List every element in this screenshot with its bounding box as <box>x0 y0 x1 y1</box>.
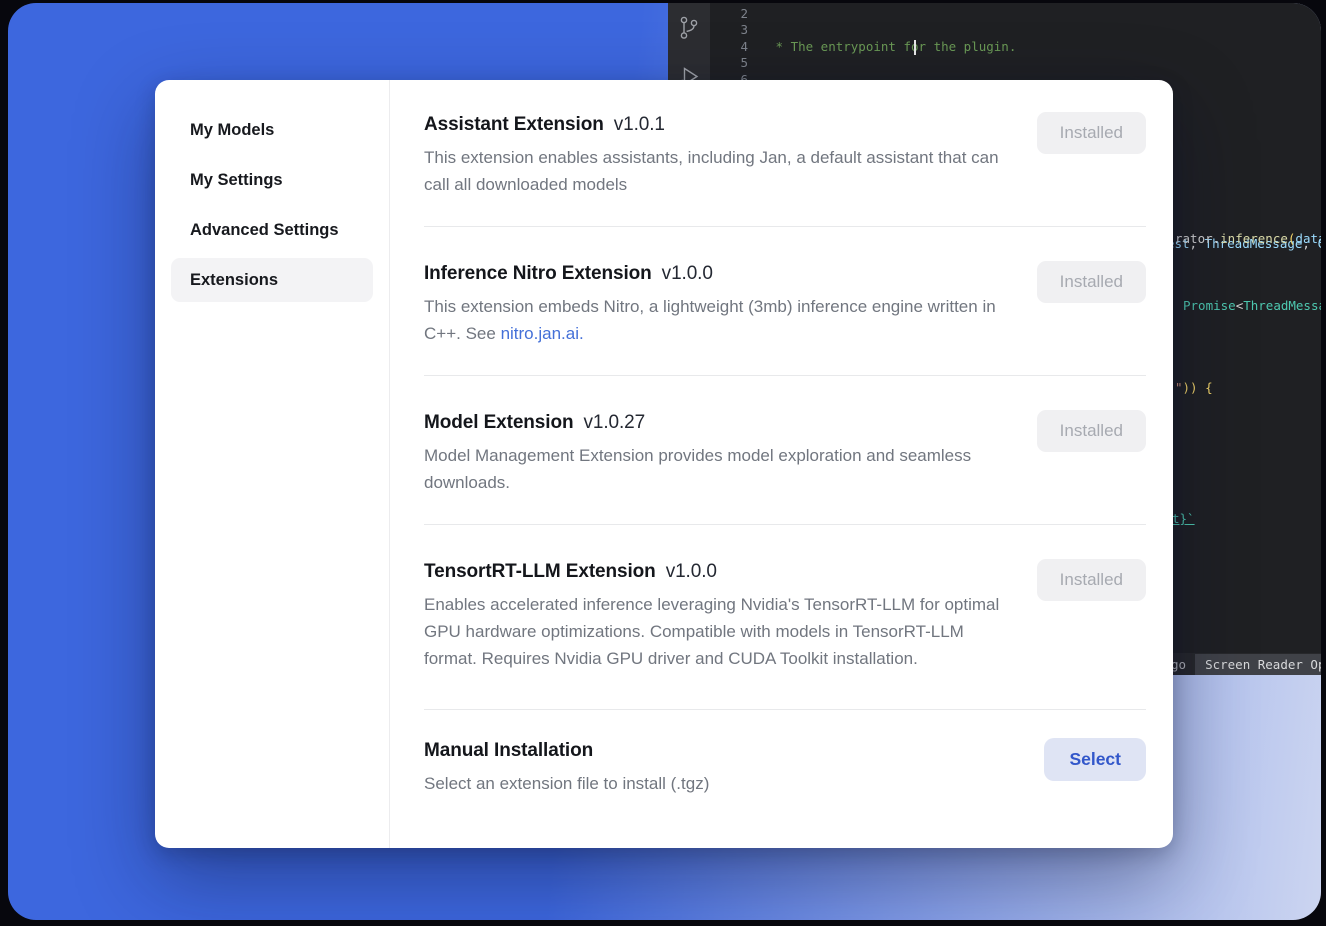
extension-name: Assistant Extension <box>424 114 604 135</box>
line-number: 2 <box>710 6 748 22</box>
extension-description: Model Management Extension provides mode… <box>424 442 1009 496</box>
status-bar-text: go <box>1171 657 1186 672</box>
manual-installation-title: Manual Installation <box>424 738 1009 764</box>
extension-name: TensortRT-LLM Extension <box>424 561 656 582</box>
sidebar-item-advanced-settings[interactable]: Advanced Settings <box>171 208 373 252</box>
settings-sidebar: My Models My Settings Advanced Settings … <box>155 80 390 848</box>
extension-row-model: Model Extension v1.0.27 Model Management … <box>424 376 1146 525</box>
extension-row-inference-nitro: Inference Nitro Extension v1.0.0 This ext… <box>424 227 1146 376</box>
extensions-panel: Assistant Extension v1.0.1 This extension… <box>390 80 1173 848</box>
extension-description: Enables accelerated inference leveraging… <box>424 591 1009 672</box>
screen-reader-optimized-badge[interactable]: Screen Reader Optimized <box>1195 654 1321 675</box>
extension-title: Inference Nitro Extension v1.0.0 <box>424 261 1009 287</box>
select-button[interactable]: Select <box>1044 738 1146 781</box>
extension-row-tensorrt-llm: TensortRT-LLM Extension v1.0.0 Enables ac… <box>424 525 1146 710</box>
text-cursor <box>914 40 916 55</box>
extension-title: TensortRT-LLM Extension v1.0.0 <box>424 559 1009 585</box>
extension-version: v1.0.27 <box>583 412 645 433</box>
extension-description: This extension embeds Nitro, a lightweig… <box>424 293 1009 347</box>
extension-name: Model Extension <box>424 412 573 433</box>
extension-title: Assistant Extension v1.0.1 <box>424 112 1009 138</box>
installed-button[interactable]: Installed <box>1037 410 1146 452</box>
extension-version: v1.0.1 <box>614 114 665 135</box>
installed-button[interactable]: Installed <box>1037 559 1146 601</box>
extension-version: v1.0.0 <box>666 561 717 582</box>
line-number: 4 <box>710 39 748 55</box>
extension-version: v1.0.0 <box>662 263 713 284</box>
installed-button[interactable]: Installed <box>1037 112 1146 154</box>
code-fragment-promise: Promise<ThreadMessage> <box>1183 298 1321 313</box>
installed-button[interactable]: Installed <box>1037 261 1146 303</box>
nitro-jan-ai-link[interactable]: nitro.jan.ai. <box>501 324 584 343</box>
source-control-icon[interactable] <box>678 15 700 44</box>
sidebar-item-extensions[interactable]: Extensions <box>171 258 373 302</box>
manual-installation-row: Manual Installation Select an extension … <box>424 710 1146 825</box>
extension-description: This extension enables assistants, inclu… <box>424 144 1009 198</box>
extension-name: Inference Nitro Extension <box>424 263 652 284</box>
code-fragment-brace: ")) { <box>1175 380 1213 395</box>
extension-title: Model Extension v1.0.27 <box>424 410 1009 436</box>
manual-installation-description: Select an extension file to install (.tg… <box>424 770 1009 797</box>
code-line-2: * The entrypoint for the plugin. <box>768 39 1321 55</box>
sidebar-item-my-settings[interactable]: My Settings <box>171 158 373 202</box>
line-number: 5 <box>710 55 748 71</box>
desktop-backdrop: 2 3 4 5 6 * The entrypoint for the plugi… <box>8 3 1321 920</box>
code-fragment-inference: rator.inference(data)); <box>1175 231 1321 246</box>
code-fragment-template: t}` <box>1172 511 1195 526</box>
sidebar-item-my-models[interactable]: My Models <box>171 108 373 152</box>
editor-line-numbers: 2 3 4 5 6 <box>710 6 760 88</box>
line-number: 3 <box>710 22 748 38</box>
extension-row-assistant: Assistant Extension v1.0.1 This extension… <box>424 80 1146 227</box>
settings-modal: My Models My Settings Advanced Settings … <box>155 80 1173 848</box>
